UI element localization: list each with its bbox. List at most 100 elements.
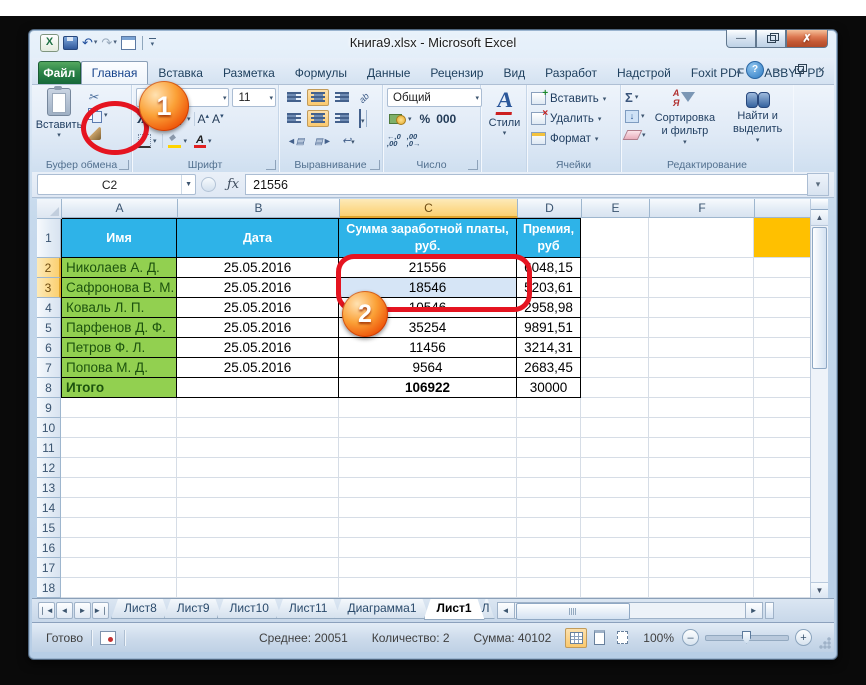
minimize-button[interactable]: — [726,30,756,48]
grid-cell[interactable] [649,298,754,318]
customize-qat-button[interactable]: ▾ [149,38,156,49]
ribbon-tab[interactable]: Формулы [285,62,357,84]
row-header[interactable]: 8 [37,378,61,398]
book-close-button[interactable]: ✕ [813,64,830,77]
sort-filter-button[interactable]: Сортировка и фильтр ▾ [652,88,719,146]
grid-cell[interactable] [581,418,649,438]
grid-cell[interactable] [177,458,339,478]
merge-center-button[interactable]: ▾ [355,107,369,131]
row-header[interactable]: 3 [37,278,61,298]
align-bottom-button[interactable] [331,89,353,106]
ribbon-tab[interactable]: Рецензир [420,62,493,84]
row-header[interactable]: 16 [37,538,61,558]
grid-cell[interactable] [339,518,517,538]
grid-cell[interactable] [61,538,177,558]
table-cell[interactable]: 25.05.2016 [177,358,339,378]
grid-cell[interactable] [339,538,517,558]
table-cell[interactable]: 9891,51 [517,318,581,338]
horizontal-scroll-track[interactable] [515,602,745,619]
help-icon[interactable]: ? [746,61,764,79]
grid-cell[interactable] [581,578,649,598]
sheet-tab[interactable]: Лист10 [217,599,282,619]
grid-cell[interactable] [517,418,581,438]
restore-button[interactable] [756,30,786,48]
grid-cell[interactable] [339,398,517,418]
preview-button[interactable] [121,36,136,50]
grid-cell[interactable] [754,538,811,558]
table-cell[interactable]: 3214,31 [517,338,581,358]
table-cell[interactable]: 9564 [339,358,517,378]
grid-cell[interactable] [754,258,811,278]
grid-cell[interactable] [754,218,811,258]
grid-cell[interactable] [649,558,754,578]
grid-cell[interactable] [581,258,649,278]
zoom-out-button[interactable]: – [682,629,699,646]
row-header[interactable]: 11 [37,438,61,458]
table-cell[interactable]: 11456 [339,338,517,358]
scroll-right-icon[interactable]: ► [745,602,763,619]
grid-cell[interactable] [581,218,649,258]
page-break-button[interactable] [611,628,633,648]
table-cell[interactable]: 25.05.2016 [177,278,339,298]
column-header[interactable]: D [518,199,582,218]
grid-cell[interactable] [649,358,754,378]
zoom-slider[interactable] [705,635,789,641]
increase-decimal-button[interactable]: ←,0,00 [387,133,401,147]
collapse-ribbon-icon[interactable]: ▴ [736,65,741,76]
orientation-button[interactable] [355,90,373,106]
table-cell[interactable]: Дата [177,218,339,258]
grid-cell[interactable] [177,478,339,498]
grid-cell[interactable] [649,458,754,478]
grid-cell[interactable] [754,578,811,598]
increase-indent-button[interactable]: ▤► [310,128,335,152]
horizontal-scroll-thumb[interactable] [516,603,630,620]
grid-cell[interactable] [61,498,177,518]
table-cell[interactable]: Парфенов Д. Ф. [61,318,177,338]
book-minimize-button[interactable]: — [769,64,786,77]
fill-button[interactable]: ↓▾ [625,108,646,124]
redo-button[interactable]: ↷▾ [101,35,116,51]
grid-cell[interactable] [61,418,177,438]
grid-cell[interactable] [581,518,649,538]
row-header[interactable]: 2 [37,258,61,278]
table-cell[interactable]: 25.05.2016 [177,258,339,278]
book-restore-button[interactable] [791,64,808,77]
grid-cell[interactable] [177,518,339,538]
scroll-down-icon[interactable]: ▼ [811,582,828,598]
column-header[interactable]: F [650,199,755,218]
sheet-tab[interactable]: Лист1 [424,599,485,620]
align-left-button[interactable] [283,110,305,127]
first-sheet-button[interactable]: ❘◄ [38,602,55,619]
column-header[interactable] [755,199,812,218]
grid-cell[interactable] [649,218,754,258]
grid-cell[interactable] [517,518,581,538]
grid-cell[interactable] [581,538,649,558]
align-top-button[interactable] [283,89,305,106]
grid-cell[interactable] [517,438,581,458]
decrease-indent-button[interactable]: ◄▤ [283,128,308,152]
grid-cell[interactable] [177,578,339,598]
grow-font-button[interactable]: А▴ [198,112,210,126]
grid-cell[interactable] [339,478,517,498]
grid-cell[interactable] [581,378,649,398]
table-cell[interactable]: Попова М. Д. [61,358,177,378]
row-header[interactable]: 9 [37,398,61,418]
undo-button[interactable]: ↶▾ [82,35,97,51]
grid-cell[interactable] [649,258,754,278]
grid-cell[interactable] [581,398,649,418]
shrink-font-button[interactable]: А▾ [212,112,224,126]
grid-cell[interactable] [61,558,177,578]
row-header[interactable]: 15 [37,518,61,538]
table-cell[interactable]: 2683,45 [517,358,581,378]
grid-cell[interactable] [61,438,177,458]
grid-cell[interactable] [754,338,811,358]
normal-view-button[interactable] [565,628,587,648]
grid-cell[interactable] [177,418,339,438]
table-cell[interactable]: 25.05.2016 [177,298,339,318]
align-center-button[interactable] [307,110,329,127]
grid-cell[interactable] [339,498,517,518]
grid-cell[interactable] [649,398,754,418]
grid-cell[interactable] [754,278,811,298]
grid-cell[interactable] [754,438,811,458]
dialog-launcher-icon[interactable] [370,160,380,170]
